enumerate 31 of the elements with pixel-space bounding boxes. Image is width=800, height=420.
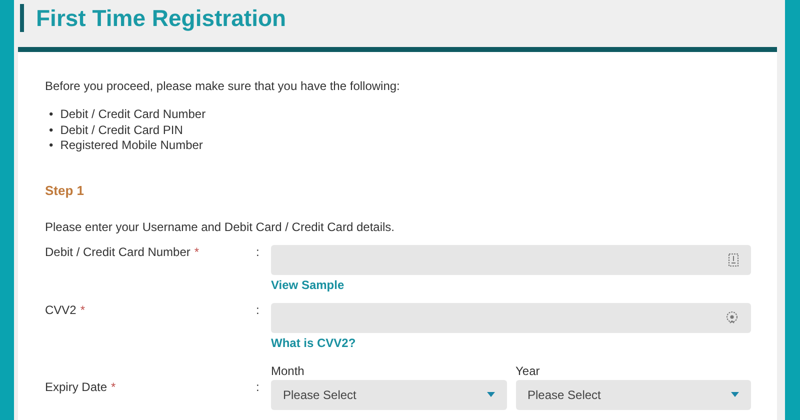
page-title: First Time Registration: [20, 4, 777, 32]
step-heading: Step 1: [45, 182, 86, 198]
requirement-item: Debit / Credit Card Number: [60, 107, 206, 122]
bullet: •: [49, 107, 54, 122]
select-caption: Month: [271, 364, 306, 378]
required-mark: *: [80, 302, 86, 316]
colon: :: [256, 380, 260, 394]
help-link[interactable]: What is CVV2?: [271, 336, 356, 350]
required-mark: *: [194, 244, 200, 258]
colon: :: [256, 244, 260, 258]
requirement-item: Debit / Credit Card PIN: [60, 122, 183, 138]
input-field[interactable]: [271, 244, 751, 274]
dropdown[interactable]: Please Select: [271, 380, 506, 410]
colon: :: [256, 302, 260, 316]
caret-icon: [486, 392, 494, 397]
required-mark: *: [111, 380, 116, 394]
field-label: Expiry Date: [45, 380, 108, 394]
caret-icon: [731, 392, 739, 397]
dropdown[interactable]: Please Select: [516, 380, 751, 410]
help-link[interactable]: View Sample: [271, 278, 344, 292]
requirement-item: Registered Mobile Number: [60, 138, 203, 154]
bullet: •: [49, 122, 54, 138]
intro-text: Before you proceed, please make sure that you have the following:: [45, 79, 401, 93]
input-field[interactable]: [271, 302, 751, 332]
card-icon: [728, 252, 739, 266]
instruction-text: Please enter your Username and Debit Card / Credit Card details.: [45, 220, 396, 234]
field-label: Debit / Credit Card Number: [45, 244, 190, 258]
badge-icon: [725, 310, 739, 324]
select-caption: Year: [516, 364, 541, 378]
bullet: •: [49, 138, 54, 154]
field-label: CVV2: [45, 302, 76, 316]
